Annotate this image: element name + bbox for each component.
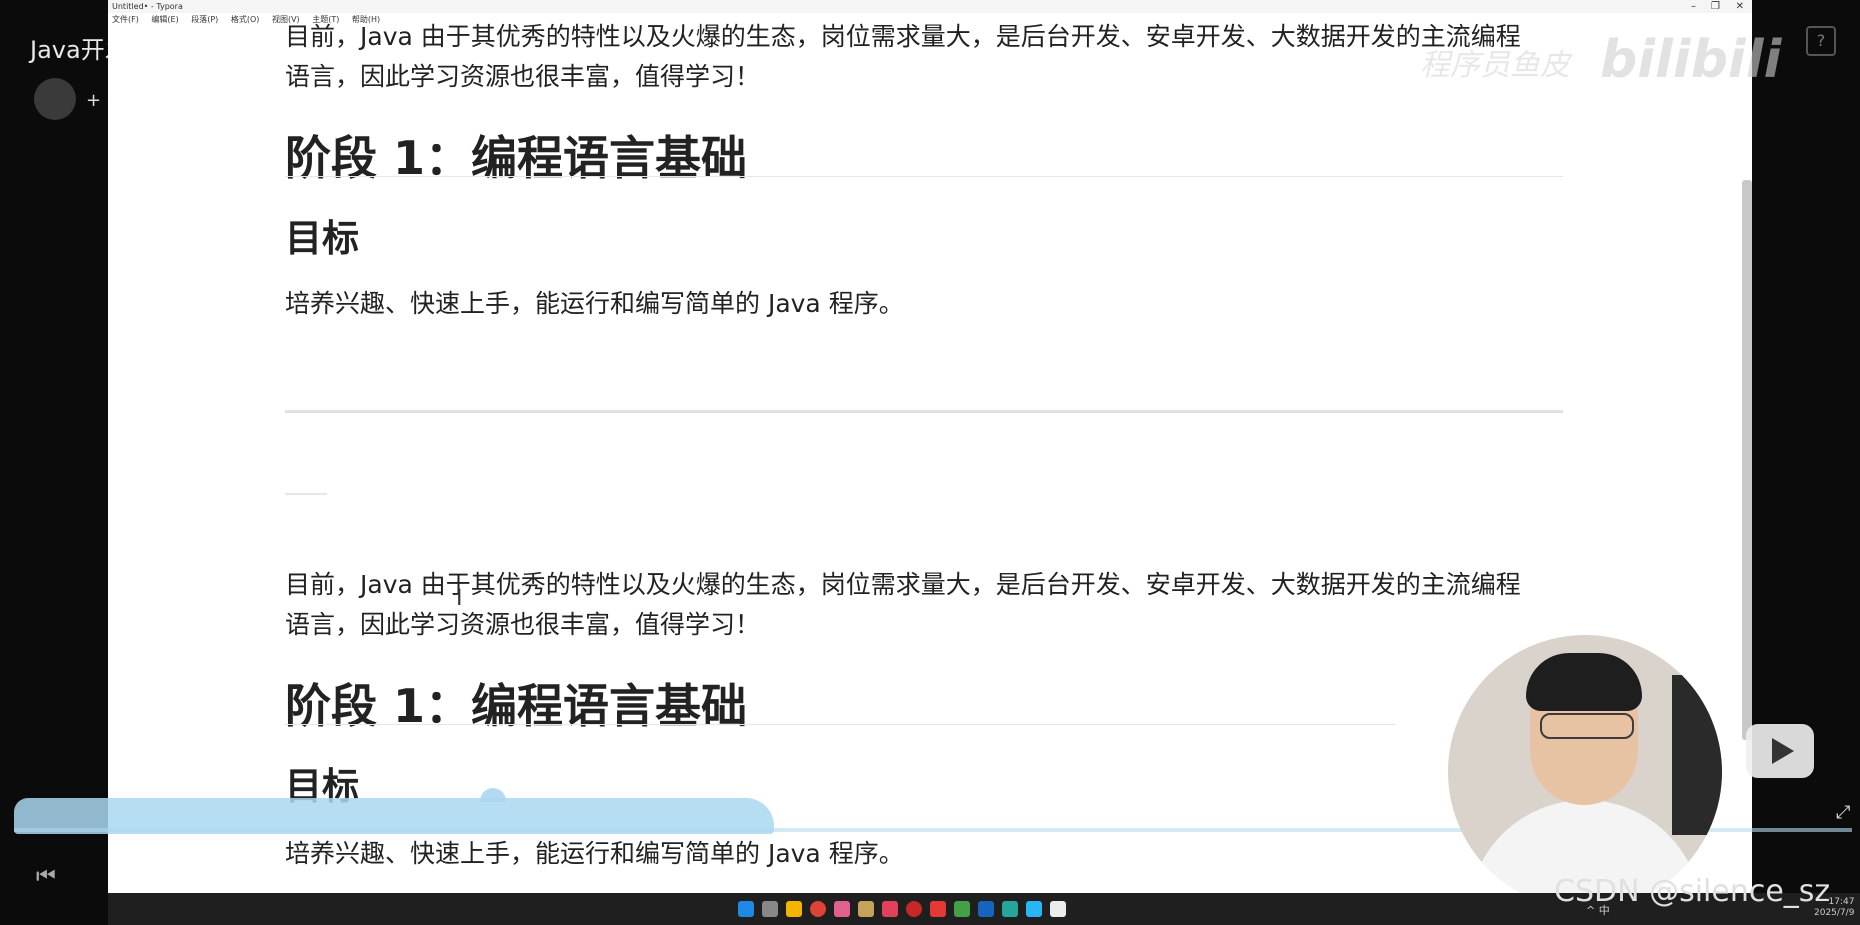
chrome-icon[interactable] <box>810 901 826 917</box>
progress-waveform[interactable] <box>14 798 774 834</box>
menu-paragraph[interactable]: 段落(P) <box>191 15 218 24</box>
heading-underline-2 <box>285 724 1395 725</box>
webcam-overlay <box>1448 635 1722 909</box>
heading-stage-1-second[interactable]: 阶段 1：编程语言基础 <box>285 670 747 736</box>
app-icon-3[interactable] <box>882 901 898 917</box>
app-icon-6[interactable] <box>1026 901 1042 917</box>
restore-button[interactable]: ❐ <box>1711 1 1720 12</box>
fullscreen-icon[interactable]: ⤢ <box>1836 802 1850 823</box>
app-icon-5[interactable] <box>1002 901 1018 917</box>
start-icon[interactable] <box>738 901 754 917</box>
heading-underline <box>285 176 1563 177</box>
uploader-avatar[interactable] <box>34 78 76 120</box>
bilibili-logo: bilibili <box>1600 30 1782 90</box>
heading-stage-1[interactable]: 阶段 1：编程语言基础 <box>285 122 747 188</box>
window-title: Untitled• - Typora <box>112 2 183 11</box>
help-icon[interactable]: ? <box>1806 26 1836 56</box>
chair <box>1672 675 1722 835</box>
heading-goal[interactable]: 目标 <box>285 208 359 262</box>
person-hair <box>1526 653 1642 711</box>
ide-icon[interactable] <box>978 901 994 917</box>
menu-edit[interactable]: 编辑(E) <box>151 15 178 24</box>
task-view-icon[interactable] <box>762 901 778 917</box>
short-rule <box>285 493 327 495</box>
app-icon-4[interactable] <box>930 901 946 917</box>
csdn-watermark: CSDN @silence_sz <box>1554 874 1831 909</box>
goal-text[interactable]: 培养兴趣、快速上手，能运行和编写简单的 Java 程序。 <box>285 284 1545 324</box>
scrollbar[interactable] <box>1742 180 1752 740</box>
menu-format[interactable]: 格式(O) <box>231 15 260 24</box>
horizontal-rule <box>285 410 1563 413</box>
clock-date: 2025/7/9 <box>1814 908 1855 918</box>
title-bar: Untitled• - Typora – ❐ ✕ <box>108 0 1752 13</box>
record-icon[interactable] <box>906 901 922 917</box>
file-explorer-icon[interactable] <box>786 901 802 917</box>
app-icon-2[interactable] <box>858 901 874 917</box>
glasses <box>1540 713 1634 739</box>
wechat-icon[interactable] <box>954 901 970 917</box>
text-cursor-icon: I <box>456 586 463 611</box>
goal-text-2[interactable]: 培养兴趣、快速上手，能运行和编写简单的 Java 程序。 <box>285 834 1545 874</box>
minimize-button[interactable]: – <box>1691 1 1696 12</box>
play-icon <box>1772 738 1794 764</box>
play-button[interactable] <box>1746 724 1814 778</box>
paragraph-intro-2[interactable]: 目前，Java 由于其优秀的特性以及火爆的生态，岗位需求量大，是后台开发、安卓开… <box>285 565 1545 645</box>
menu-file[interactable]: 文件(F) <box>112 15 139 24</box>
paragraph-intro[interactable]: 目前，Java 由于其优秀的特性以及火爆的生态，岗位需求量大，是后台开发、安卓开… <box>285 17 1545 97</box>
watermark: 程序员鱼皮 <box>1420 48 1570 83</box>
previous-icon[interactable]: ⏮ <box>36 864 56 889</box>
app-icon-1[interactable] <box>834 901 850 917</box>
close-button[interactable]: ✕ <box>1736 1 1744 12</box>
typora-icon[interactable] <box>1050 901 1066 917</box>
